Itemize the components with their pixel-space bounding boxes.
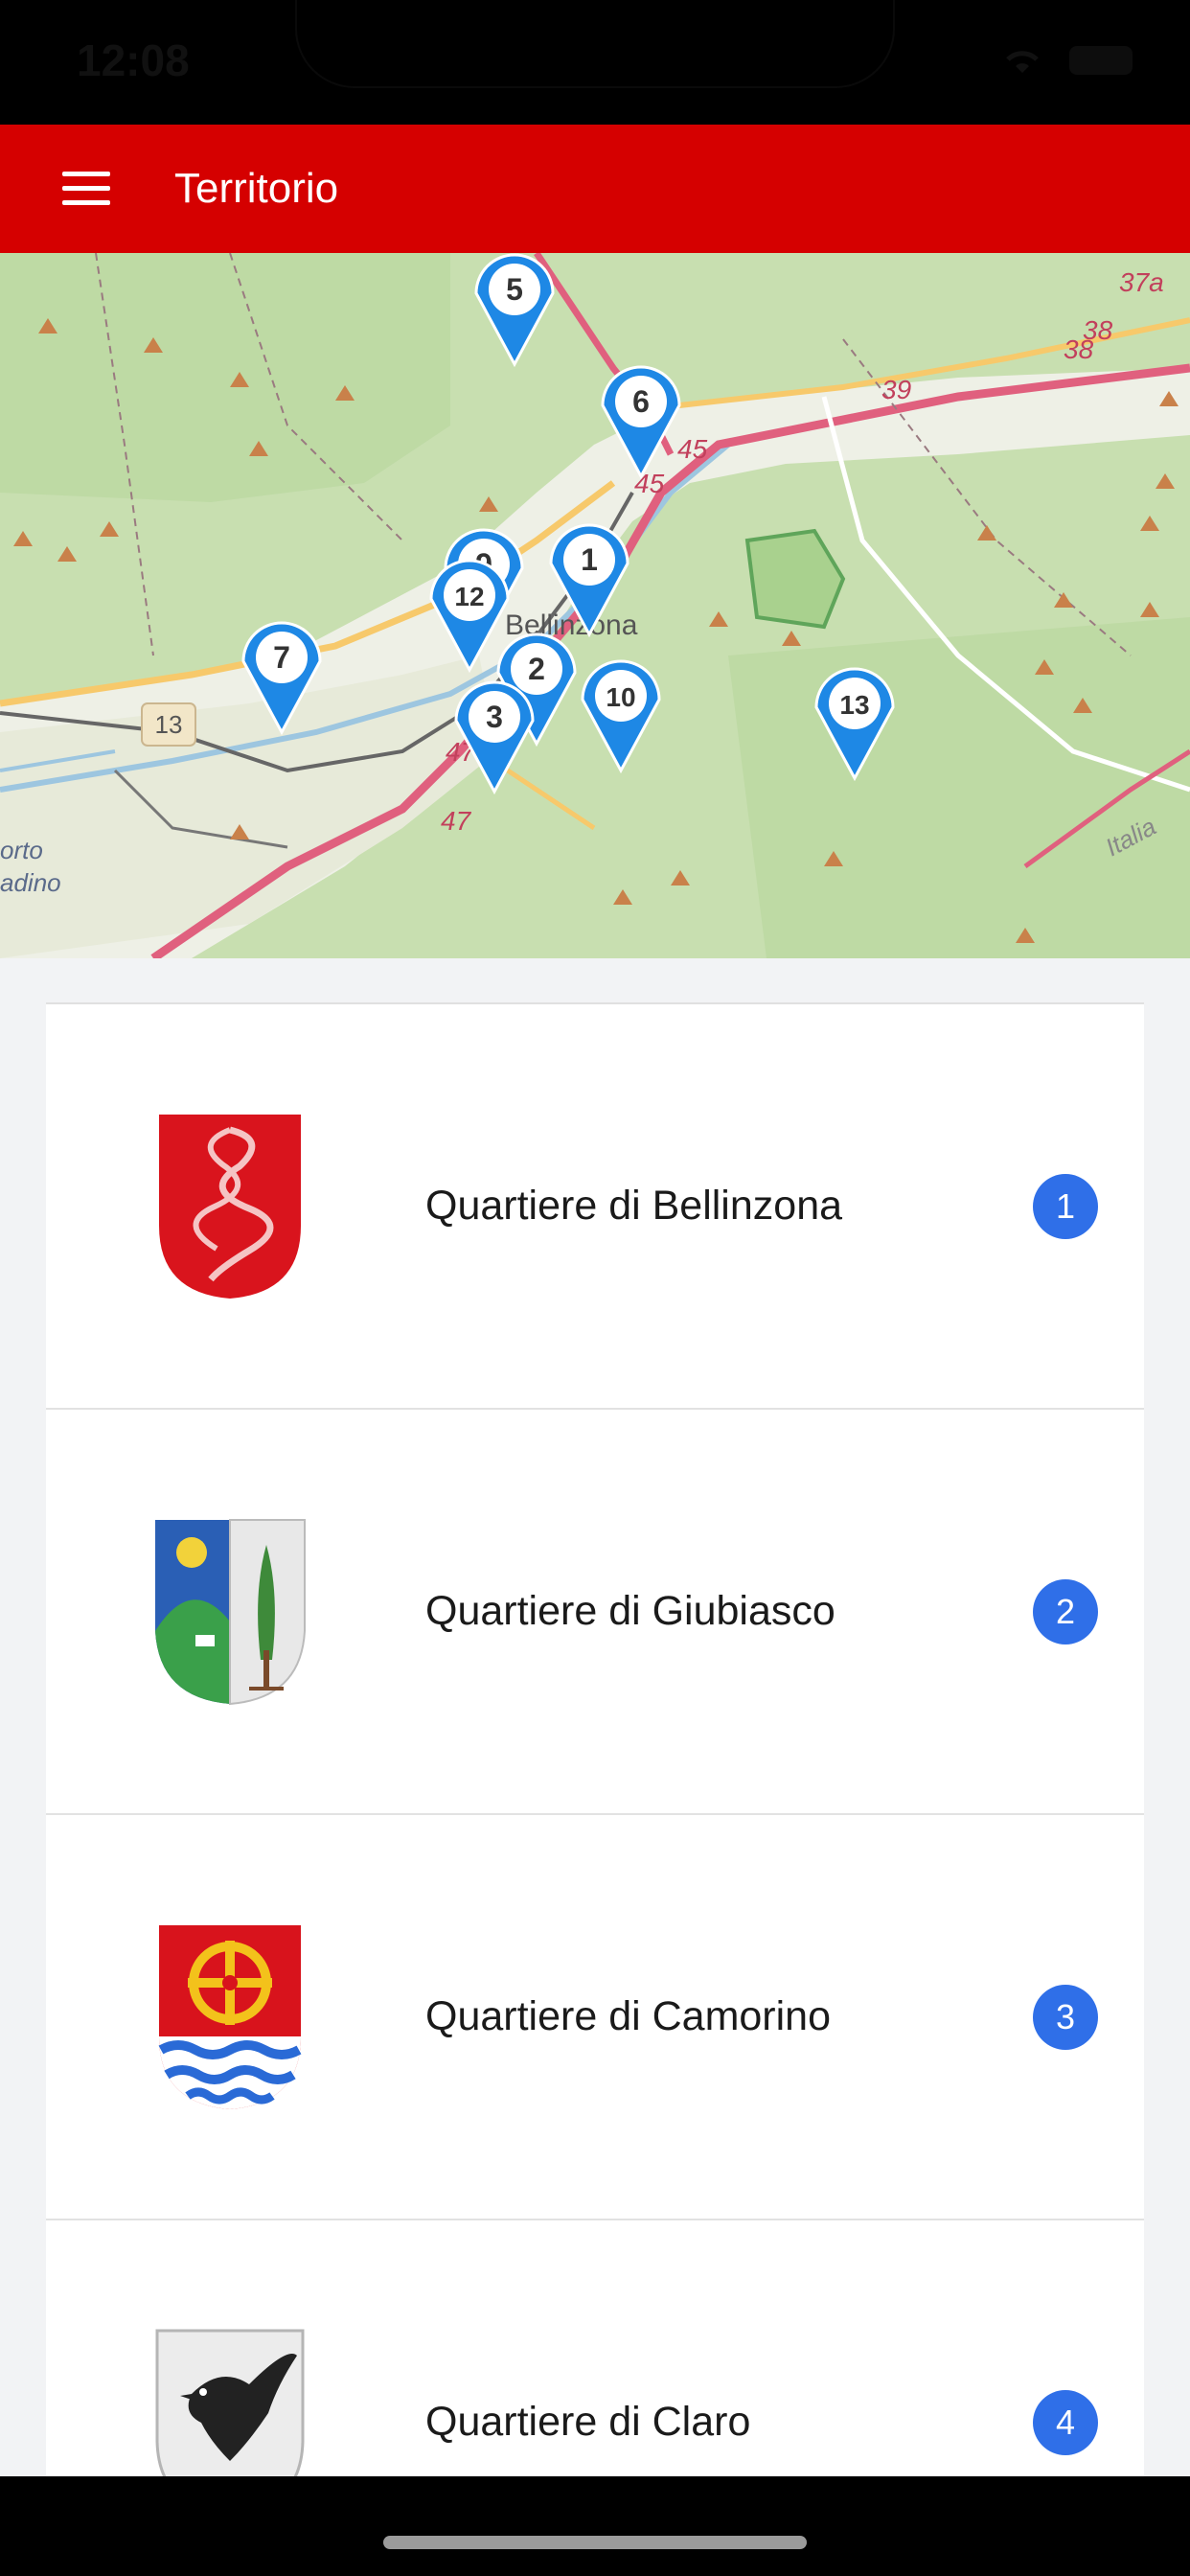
map-label-road-47b: 47 <box>441 806 472 836</box>
wifi-icon <box>1006 51 1039 73</box>
map-label-road-39: 39 <box>881 375 911 404</box>
status-time: 12:08 <box>77 35 190 85</box>
district-list: Quartiere di Bellinzona 1 Quartiere di G… <box>46 1002 1144 2476</box>
item-badge: 4 <box>1033 2389 1098 2455</box>
app-bar: Territorio <box>0 125 1190 253</box>
home-area <box>0 2476 1190 2576</box>
map-marker-label: 10 <box>606 682 635 712</box>
map-canvas: 13 45 45 47 47 39 38 38 37a Italia orto … <box>0 253 1190 958</box>
page-title: Territorio <box>174 165 339 212</box>
list-item[interactable]: Quartiere di Giubiasco 2 <box>46 1410 1144 1815</box>
map-label-road-13: 13 <box>155 710 183 739</box>
map-marker-label: 6 <box>632 384 650 419</box>
map-label-orto: orto <box>0 836 43 864</box>
map-marker-label: 5 <box>506 272 523 307</box>
list-item[interactable]: Quartiere di Claro 4 <box>46 2220 1144 2476</box>
map-view[interactable]: 13 45 45 47 47 39 38 38 37a Italia orto … <box>0 253 1190 958</box>
list-area: Quartiere di Bellinzona 1 Quartiere di G… <box>0 958 1190 2476</box>
map-marker-label: 7 <box>273 640 290 675</box>
map-marker-label: 12 <box>454 582 484 611</box>
map-label-adino: adino <box>0 868 61 897</box>
item-label: Quartiere di Giubiasco <box>425 1588 835 1634</box>
map-marker-label: 2 <box>528 652 545 686</box>
map-label-road-38b: 38 <box>1064 334 1094 364</box>
bellinzona-crest-icon <box>153 1111 307 1302</box>
map-label-road-37a: 37a <box>1119 267 1164 297</box>
notch <box>297 0 893 86</box>
phone-screen: 12:08 Territorio 13 45 45 47 47 39 38 38… <box>0 0 1190 2576</box>
item-label: Quartiere di Camorino <box>425 1993 832 2039</box>
item-badge: 3 <box>1033 1984 1098 2050</box>
menu-button[interactable] <box>0 125 172 253</box>
status-icons <box>1000 46 1133 75</box>
list-item[interactable]: Quartiere di Camorino 3 <box>46 1815 1144 2220</box>
item-label: Quartiere di Bellinzona <box>425 1183 843 1229</box>
map-marker-label: 1 <box>581 542 598 577</box>
map-marker-label: 3 <box>486 700 503 734</box>
camorino-crest-icon <box>153 1921 307 2113</box>
item-label: Quartiere di Claro <box>425 2399 751 2445</box>
map-label-road-45a: 45 <box>677 434 708 464</box>
status-bar: 12:08 <box>0 0 1190 125</box>
item-badge: 2 <box>1033 1578 1098 1644</box>
item-badge: 1 <box>1033 1173 1098 1239</box>
claro-crest-icon <box>153 2327 307 2476</box>
home-indicator[interactable] <box>383 2536 807 2549</box>
giubiasco-crest-icon <box>153 1516 307 1708</box>
hamburger-icon <box>62 172 110 205</box>
map-marker-label: 13 <box>839 690 869 720</box>
battery-icon <box>1069 46 1133 75</box>
list-item[interactable]: Quartiere di Bellinzona 1 <box>46 1004 1144 1410</box>
